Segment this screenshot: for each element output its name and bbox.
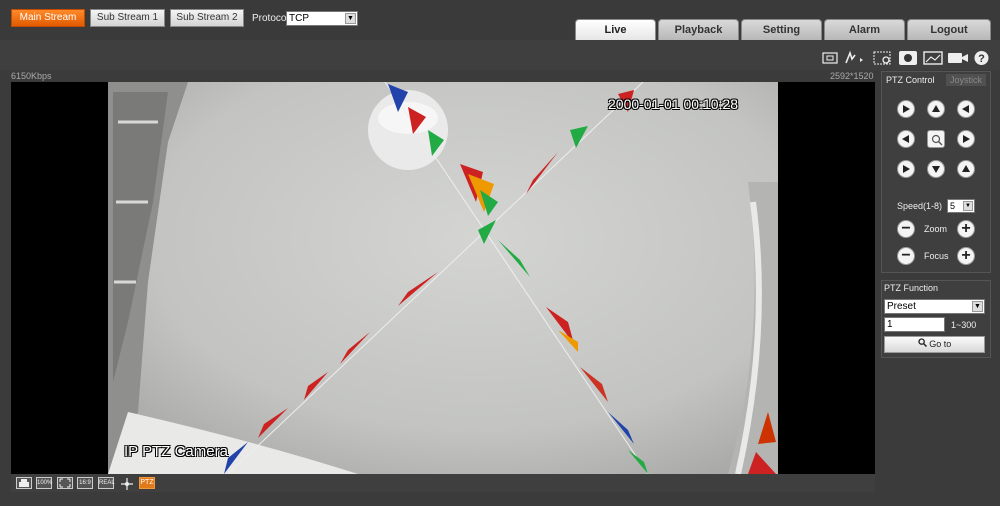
tab-logout[interactable]: Logout xyxy=(907,19,991,40)
ptz-up-button[interactable] xyxy=(927,100,945,118)
tab-setting[interactable]: Setting xyxy=(741,19,822,40)
camera-feed-image xyxy=(108,82,778,474)
speed-select[interactable]: 5 ▼ xyxy=(947,199,975,213)
draw-icon[interactable] xyxy=(843,50,867,66)
preset-range-label: 1~300 xyxy=(951,320,977,330)
ptz-down-button[interactable] xyxy=(927,160,945,178)
bitrate-readout: 6150Kbps xyxy=(11,71,52,81)
protocol-value: TCP xyxy=(289,13,309,24)
record-icon[interactable] xyxy=(898,50,918,66)
rule-icon[interactable] xyxy=(118,477,134,490)
focus-label: Focus xyxy=(924,251,949,261)
protocol-select[interactable]: TCP ▼ xyxy=(286,11,358,26)
resolution-readout: 2592*1520 xyxy=(830,71,874,81)
speed-label: Speed(1-8) xyxy=(897,201,943,211)
video-record-icon[interactable] xyxy=(947,50,969,66)
fluency-icon[interactable]: REAL xyxy=(98,477,115,489)
ratio-icon[interactable]: 16:9 xyxy=(77,477,93,489)
focus-near-button[interactable]: − xyxy=(897,247,915,265)
main-stream-button[interactable]: Main Stream xyxy=(11,9,85,27)
tab-ptz-control[interactable]: PTZ Control xyxy=(886,74,935,86)
ptz-down-left-button[interactable] xyxy=(897,160,915,178)
scale-100-icon[interactable]: 100% xyxy=(36,477,52,489)
snapshot-icon[interactable] xyxy=(923,50,943,66)
ptz-up-left-button[interactable] xyxy=(897,100,915,118)
tab-alarm[interactable]: Alarm xyxy=(824,19,905,40)
protocol-label: Protocol xyxy=(252,13,289,24)
digital-zoom-icon[interactable] xyxy=(873,50,893,66)
tab-playback[interactable]: Playback xyxy=(658,19,739,40)
svg-text:?: ? xyxy=(978,53,985,65)
osd-timestamp: 2000-01-01 00:10:28 xyxy=(608,96,738,112)
ptz-auto-pan-button[interactable] xyxy=(927,130,945,148)
help-icon[interactable]: ? xyxy=(973,50,990,66)
tab-joystick[interactable]: Joystick xyxy=(946,74,987,86)
zoom-label: Zoom xyxy=(924,224,948,234)
preset-number-input[interactable] xyxy=(884,317,945,332)
original-size-icon[interactable] xyxy=(16,477,32,489)
goto-button[interactable]: Go to xyxy=(884,336,985,353)
app-window: Live Playback Setting Alarm Logout Main … xyxy=(0,0,1000,506)
sub-stream-2-button[interactable]: Sub Stream 2 xyxy=(170,9,244,27)
ptz-function-title: PTZ Function xyxy=(884,283,939,293)
speed-value: 5 xyxy=(950,201,956,211)
sub-stream-1-button[interactable]: Sub Stream 1 xyxy=(90,9,165,27)
ptz-down-right-button[interactable] xyxy=(957,160,975,178)
ptz-mode-value: Preset xyxy=(887,301,916,312)
ptz-toggle-icon[interactable]: PTZ xyxy=(139,477,155,489)
ptz-up-right-button[interactable] xyxy=(957,100,975,118)
chevron-down-icon: ▼ xyxy=(345,13,356,24)
ptz-right-button[interactable] xyxy=(957,130,975,148)
chevron-down-icon: ▼ xyxy=(972,301,983,312)
zoom-region-icon[interactable] xyxy=(821,50,839,66)
search-icon xyxy=(918,337,927,352)
ptz-mode-select[interactable]: Preset ▼ xyxy=(884,299,985,314)
focus-far-button[interactable]: + xyxy=(957,247,975,265)
zoom-out-button[interactable]: − xyxy=(897,220,915,238)
tab-live[interactable]: Live xyxy=(575,19,656,40)
video-viewport[interactable]: 2000-01-01 00:10:28 IP PTZ Camera xyxy=(11,82,875,474)
ptz-left-button[interactable] xyxy=(897,130,915,148)
chevron-down-icon: ▼ xyxy=(963,201,973,211)
osd-camera-name: IP PTZ Camera xyxy=(124,443,228,460)
goto-label: Go to xyxy=(929,339,952,349)
zoom-in-button[interactable]: + xyxy=(957,220,975,238)
fullscreen-icon[interactable] xyxy=(57,477,73,489)
